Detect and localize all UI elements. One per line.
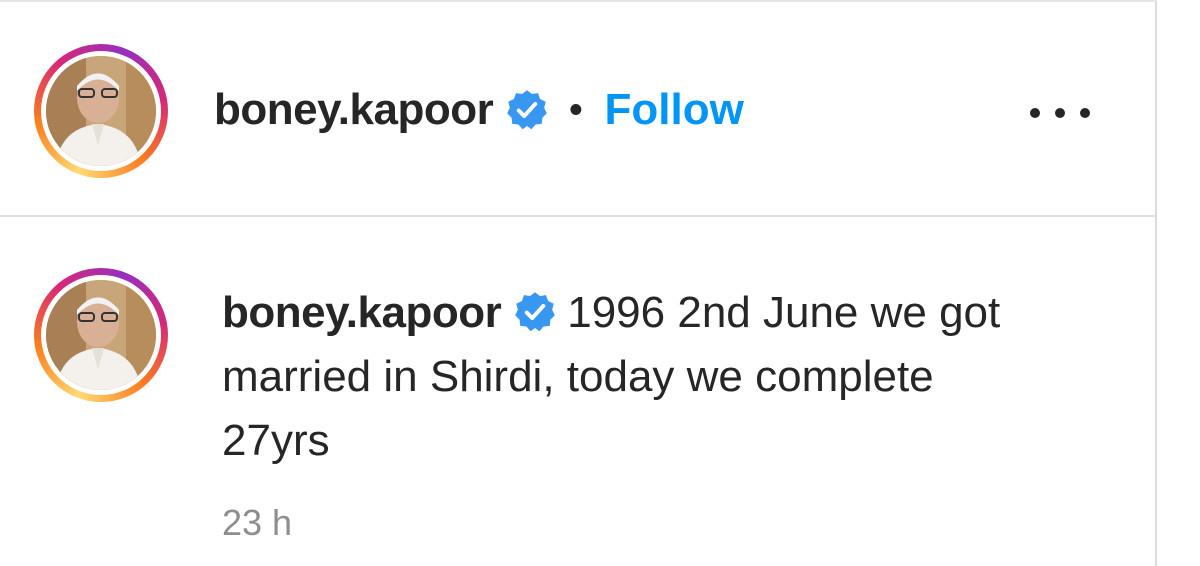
profile-avatar[interactable] (34, 44, 168, 178)
verified-badge-icon (513, 288, 557, 332)
post-timestamp[interactable]: 23 h (222, 502, 292, 544)
header-username[interactable]: boney.kapoor (214, 85, 494, 135)
post-header: boney.kapoor • Follow (0, 2, 1155, 217)
more-options-icon[interactable] (1030, 98, 1090, 128)
comment-username[interactable]: boney.kapoor (222, 288, 502, 337)
comment-avatar[interactable] (34, 268, 168, 402)
verified-badge-icon (505, 88, 549, 132)
more-dot (1030, 108, 1040, 118)
avatar-photo-icon (46, 280, 156, 390)
more-dot (1055, 108, 1065, 118)
caption-comment: boney.kapoor 1996 2nd June we got marrie… (0, 219, 1155, 566)
avatar-photo (46, 56, 156, 166)
more-dot (1080, 108, 1090, 118)
header-row: boney.kapoor • Follow (214, 82, 744, 138)
post-panel: boney.kapoor • Follow boney.kapoor 1996 … (0, 0, 1157, 566)
follow-button[interactable]: Follow (605, 85, 744, 135)
avatar-photo-icon (46, 56, 156, 166)
header-separator: • (569, 88, 583, 131)
caption-text-block: boney.kapoor 1996 2nd June we got marrie… (222, 281, 1012, 473)
avatar-photo (46, 280, 156, 390)
